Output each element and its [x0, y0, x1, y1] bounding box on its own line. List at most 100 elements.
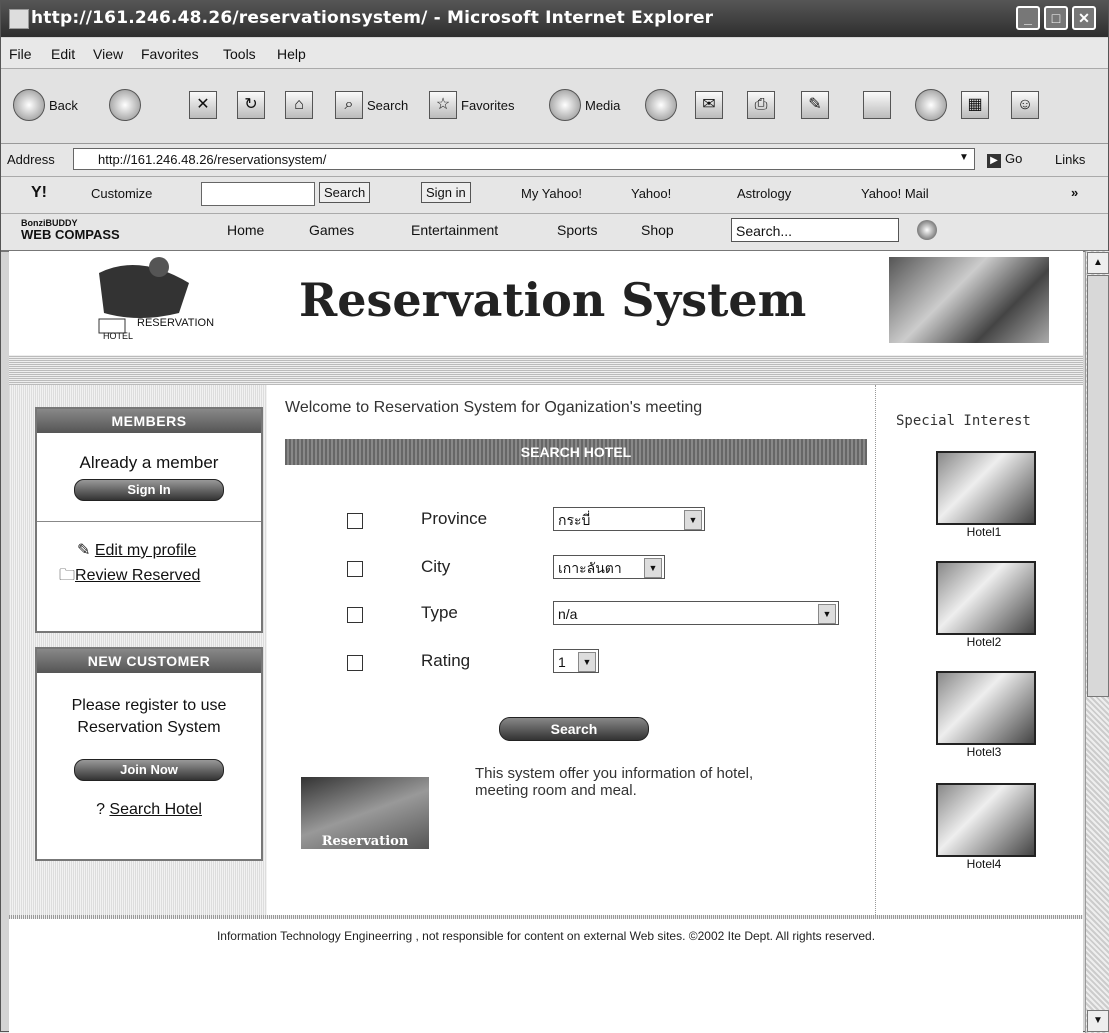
- city-label: City: [421, 557, 451, 576]
- members-header: MEMBERS: [37, 409, 261, 433]
- bonzi-home-link[interactable]: Home: [227, 222, 264, 238]
- yahoo-logo-icon[interactable]: Y!: [31, 184, 47, 202]
- sign-in-button[interactable]: Sign In: [74, 479, 224, 501]
- hotel1-label[interactable]: Hotel1: [936, 525, 1032, 539]
- page-content: RESERVATION HOTEL Reservation System MEM…: [9, 251, 1083, 1033]
- province-checkbox[interactable]: [347, 513, 363, 529]
- my-yahoo-link[interactable]: My Yahoo!: [521, 186, 582, 201]
- bonzi-games-link[interactable]: Games: [309, 222, 354, 238]
- history-icon: [645, 89, 677, 121]
- yahoo-search-button[interactable]: Search: [319, 182, 371, 203]
- city-checkbox[interactable]: [347, 561, 363, 577]
- buddy-button[interactable]: ☺: [1011, 85, 1039, 125]
- go-button[interactable]: ▶ Go: [987, 151, 1022, 168]
- hotel3-label[interactable]: Hotel3: [936, 745, 1032, 759]
- join-now-button[interactable]: Join Now: [74, 759, 224, 781]
- hotel3-image[interactable]: [936, 671, 1036, 745]
- type-select[interactable]: n/a ▼: [553, 601, 839, 625]
- search-hotel-row: ? Search Hotel: [37, 801, 261, 819]
- menu-file[interactable]: File: [9, 46, 32, 62]
- media-button[interactable]: Media: [549, 85, 620, 125]
- bonzi-search-input[interactable]: Search...: [731, 218, 899, 242]
- messenger-button[interactable]: [915, 85, 947, 125]
- search-hotel-link[interactable]: Search Hotel: [109, 801, 202, 818]
- yahoo-link[interactable]: Yahoo!: [631, 186, 671, 201]
- vertical-scrollbar[interactable]: ▲ ▼: [1085, 251, 1109, 1033]
- hotel-reservation-logo: RESERVATION HOTEL: [79, 253, 219, 343]
- page-title: Reservation System: [299, 273, 807, 327]
- back-arrow-icon: [13, 89, 45, 121]
- home-button[interactable]: ⌂: [285, 85, 313, 125]
- province-select[interactable]: กระบี่ ▼: [553, 507, 705, 531]
- bonzi-sports-link[interactable]: Sports: [557, 222, 597, 238]
- buddy-icon: ☺: [1011, 91, 1039, 119]
- rating-label: Rating: [421, 651, 471, 670]
- hotel4-image[interactable]: [936, 783, 1036, 857]
- special-interest-heading: Special Interest: [896, 413, 1031, 429]
- bonzi-shop-link[interactable]: Shop: [641, 222, 674, 238]
- search-button[interactable]: Search: [499, 717, 649, 741]
- menu-edit[interactable]: Edit: [51, 46, 75, 62]
- toolbar-overflow-icon[interactable]: »: [1071, 185, 1078, 200]
- rating-select[interactable]: 1 ▼: [553, 649, 599, 673]
- menu-favorites[interactable]: Favorites: [141, 46, 199, 62]
- minimize-button[interactable]: _: [1016, 6, 1040, 30]
- left-sidebar: MEMBERS Already a member Sign In ✎ Edit …: [9, 385, 267, 915]
- hotel2-image[interactable]: [936, 561, 1036, 635]
- links-label[interactable]: Links: [1055, 152, 1085, 167]
- chevron-down-icon: ▼: [684, 510, 702, 530]
- city-select[interactable]: เกาะลันตา ▼: [553, 555, 665, 579]
- logo-image: [98, 257, 189, 334]
- standard-toolbar: Back ✕ ↻ ⌂ ⌕ Search ☆ Favorites Media ✉ ⎙ …: [1, 69, 1108, 144]
- address-input[interactable]: http://161.246.48.26/reservationsystem/: [73, 148, 975, 170]
- media-icon: [549, 89, 581, 121]
- discuss-button[interactable]: [863, 85, 891, 125]
- favorites-star-icon: ☆: [429, 91, 457, 119]
- scroll-down-icon[interactable]: ▼: [1087, 1010, 1109, 1032]
- refresh-button[interactable]: ↻: [237, 85, 265, 125]
- forward-button[interactable]: [109, 85, 141, 125]
- rating-checkbox[interactable]: [347, 655, 363, 671]
- profile-icon: ✎: [77, 542, 91, 559]
- maximize-button[interactable]: □: [1044, 6, 1068, 30]
- refresh-icon: ↻: [237, 91, 265, 119]
- new-customer-header: NEW CUSTOMER: [37, 649, 261, 673]
- favorites-button[interactable]: ☆ Favorites: [429, 85, 514, 125]
- address-dropdown-icon[interactable]: ▼: [959, 152, 969, 163]
- edit-profile-link[interactable]: Edit my profile: [95, 542, 196, 559]
- stop-button[interactable]: ✕: [189, 85, 217, 125]
- bonzi-globe-icon[interactable]: [917, 220, 937, 240]
- review-reserved-link[interactable]: Review Reserved: [75, 567, 200, 584]
- bonzi-entertainment-link[interactable]: Entertainment: [411, 222, 498, 238]
- print-button[interactable]: ⎙: [747, 85, 775, 125]
- scroll-up-icon[interactable]: ▲: [1087, 252, 1109, 274]
- back-button[interactable]: Back: [13, 85, 78, 125]
- yahoo-sign-in-button[interactable]: Sign in: [421, 182, 471, 203]
- hotel2-label[interactable]: Hotel2: [936, 635, 1032, 649]
- mail-button[interactable]: ✉: [695, 85, 723, 125]
- close-button[interactable]: ✕: [1072, 6, 1096, 30]
- menu-help[interactable]: Help: [277, 46, 306, 62]
- edit-button[interactable]: ✎: [801, 85, 829, 125]
- chevron-down-icon: ▼: [644, 558, 662, 578]
- members-text: Already a member: [79, 453, 219, 472]
- city-value: เกาะลันตา: [558, 560, 622, 576]
- history-button[interactable]: [645, 85, 677, 125]
- menu-view[interactable]: View: [93, 46, 123, 62]
- type-checkbox[interactable]: [347, 607, 363, 623]
- scroll-thumb[interactable]: [1087, 275, 1109, 697]
- menu-tools[interactable]: Tools: [223, 46, 256, 62]
- welcome-text: Welcome to Reservation System for Oganiz…: [285, 399, 703, 416]
- customize-link[interactable]: Customize: [91, 186, 152, 201]
- astrology-link[interactable]: Astrology: [737, 186, 791, 201]
- review-row: 🗀Review Reserved: [59, 564, 261, 591]
- search-button[interactable]: ⌕ Search: [335, 85, 408, 125]
- stop-icon: ✕: [189, 91, 217, 119]
- type-value: n/a: [558, 606, 578, 622]
- header-divider: [9, 355, 1083, 385]
- yahoo-search-input[interactable]: [201, 182, 315, 206]
- hotel4-label[interactable]: Hotel4: [936, 857, 1032, 871]
- yahoo-mail-link[interactable]: Yahoo! Mail: [861, 186, 929, 201]
- hotel1-image[interactable]: [936, 451, 1036, 525]
- research-button[interactable]: ▦: [961, 85, 989, 125]
